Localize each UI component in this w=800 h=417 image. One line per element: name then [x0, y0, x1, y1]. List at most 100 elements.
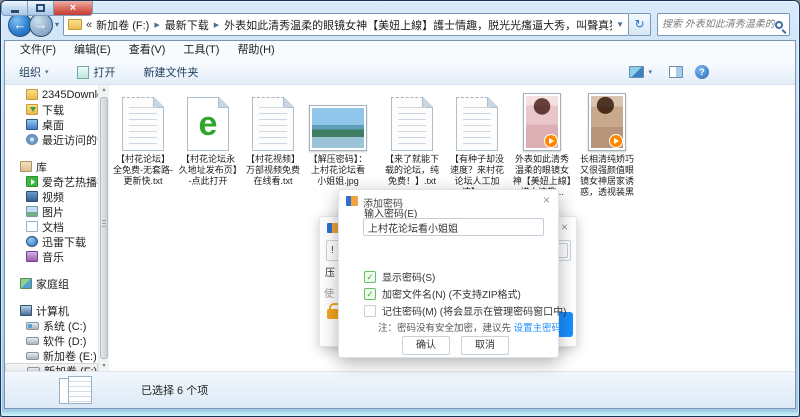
video-thumbnail [523, 93, 561, 151]
sidebar-item-libraries[interactable]: 库 [5, 159, 98, 174]
search-icon[interactable] [775, 21, 783, 29]
scrollbar-thumb[interactable] [100, 97, 108, 359]
close-button[interactable]: × [54, 1, 93, 16]
file-item[interactable]: 【来了就能下载的论坛，纯免费！】.txt [381, 89, 443, 187]
menu-view[interactable]: 查看(V) [120, 41, 175, 60]
sidebar-item-recent-places[interactable]: 最近访问的位置 [5, 132, 98, 147]
sidebar-item-thunder-downloads[interactable]: 迅雷下载 [5, 234, 98, 249]
refresh-button[interactable]: ↻ [629, 13, 651, 36]
encrypt-filenames-checkbox[interactable]: ✓ 加密文件名(N) (不支持ZIP格式) [364, 286, 521, 301]
breadcrumb-segment-folder[interactable]: 外表如此清秀温柔的眼镜女神【美妞上線】護士情趣，脱光光瘙逼大秀，叫聲真狗騷的！ [224, 17, 612, 33]
file-item[interactable]: 【村花视频】万部视频免费在线看.txt [242, 89, 304, 187]
explorer-window: × ← → ▾ « 新加卷 (F:) ▶ 最新下载 ▶ 外表如此清秀温柔的眼镜女… [0, 0, 800, 417]
remember-password-checkbox[interactable]: 记住密码(M) (将会显示在管理密码窗口中) [364, 303, 566, 318]
sidebar-item-desktop[interactable]: 桌面 [5, 117, 98, 132]
new-folder-button[interactable]: 新建文件夹 [139, 62, 204, 82]
downloads-icon [26, 104, 38, 115]
note-text: 注：密码没有安全加密，建议先 [378, 323, 514, 334]
help-icon: ? [699, 67, 705, 77]
password-input[interactable] [363, 218, 544, 236]
file-name: 【村花视频】万部视频免费在线看.txt [242, 154, 304, 187]
sidebar-item-iqiyi-videos[interactable]: 爱奇艺热播视频 [5, 174, 98, 189]
show-password-checkbox[interactable]: ✓ 显示密码(S) [364, 269, 435, 284]
views-icon [629, 66, 644, 78]
sidebar-item-drive-f[interactable]: 新加卷 (F:) [5, 363, 98, 371]
menu-tools[interactable]: 工具(T) [174, 41, 228, 60]
music-icon [26, 251, 38, 262]
sidebar-item-label: 迅雷下载 [42, 234, 86, 249]
file-item[interactable]: 【有种子却没速度？来村花论坛人工加速】.txt [446, 89, 508, 198]
sidebar-item-homegroup[interactable]: 家庭组 [5, 276, 98, 291]
scroll-up-icon[interactable]: ▴ [99, 85, 109, 95]
crumb-separator-icon[interactable]: ▶ [154, 21, 159, 29]
address-bar[interactable]: « 新加卷 (F:) ▶ 最新下载 ▶ 外表如此清秀温柔的眼镜女神【美妞上線】護… [63, 13, 629, 36]
help-button[interactable]: ? [695, 65, 709, 79]
menu-edit[interactable]: 编辑(E) [65, 41, 120, 60]
sidebar-gap [5, 264, 98, 276]
set-master-password-link[interactable]: 设置主密码 [514, 323, 562, 334]
menu-help[interactable]: 帮助(H) [228, 41, 283, 60]
sidebar-scrollbar[interactable]: ▴ ▾ [98, 85, 109, 371]
breadcrumb: « 新加卷 (F:) ▶ 最新下载 ▶ 外表如此清秀温柔的眼镜女神【美妞上線】護… [86, 17, 612, 33]
file-name: 【解压密码】：上村花论坛看小姐姐.jpg [307, 154, 369, 187]
organize-label: 组织 [19, 64, 41, 80]
checkbox-label: 加密文件名(N) (不支持ZIP格式) [382, 286, 521, 301]
close-icon[interactable]: × [561, 220, 568, 234]
preview-pane-button[interactable] [669, 66, 683, 78]
chevron-down-icon: ▾ [648, 68, 652, 76]
search-box [657, 13, 790, 36]
file-item[interactable]: 外表如此清秀温柔的眼镜女神【美妞上線】護士情趣... [511, 89, 573, 198]
window-bottom-edge [2, 411, 798, 416]
sidebar-item-computer[interactable]: 计算机 [5, 303, 98, 318]
sidebar-item-label: 爱奇艺热播视频 [42, 174, 98, 189]
sidebar-item-label: 桌面 [42, 117, 64, 132]
file-item[interactable]: e 【村花论坛永久地址发布页】-点此打开 [177, 89, 239, 187]
breadcrumb-segment-downloads[interactable]: 最新下载 [165, 17, 209, 33]
file-item[interactable]: 【解压密码】：上村花论坛看小姐姐.jpg [307, 89, 369, 187]
sidebar-item-2345downloads[interactable]: 2345Downloads [5, 87, 98, 102]
close-icon[interactable]: × [543, 193, 550, 207]
sidebar-item-pictures[interactable]: 图片 [5, 204, 98, 219]
sidebar-item-drive-d[interactable]: 软件 (D:) [5, 333, 98, 348]
breadcrumb-segment-drive[interactable]: 新加卷 (F:) [96, 17, 149, 33]
file-name: 长相清纯娇巧又很强颜值眼镜女神居家诱惑，透视装黑网袜各种... [576, 154, 638, 198]
confirm-button[interactable]: 确认 [402, 336, 450, 355]
sidebar-item-drive-e[interactable]: 新加卷 (E:) [5, 348, 98, 363]
txt-file-icon [391, 97, 433, 151]
sidebar-item-documents[interactable]: 文档 [5, 219, 98, 234]
file-item[interactable]: 长相清纯娇巧又很强颜值眼镜女神居家诱惑，透视装黑网袜各种... [576, 89, 638, 198]
cancel-button[interactable]: 取消 [461, 336, 509, 355]
sidebar-item-label: 音乐 [42, 249, 64, 264]
checkbox-unchecked-icon [364, 305, 376, 317]
file-item[interactable]: 【村花论坛】全免费-无套路-更新快.txt [112, 89, 174, 187]
history-dropdown-icon[interactable]: ▾ [55, 20, 59, 29]
views-button[interactable]: ▾ [624, 64, 657, 80]
menu-file[interactable]: 文件(F) [11, 41, 65, 60]
organize-button[interactable]: 组织 ▾ [14, 62, 54, 82]
open-button[interactable]: 打开 [72, 62, 121, 82]
crumb-separator-icon[interactable]: ▶ [214, 21, 219, 29]
forward-button[interactable]: → [29, 13, 53, 37]
sidebar-item-videos[interactable]: 视频 [5, 189, 98, 204]
menu-bar: 文件(F) 编辑(E) 查看(V) 工具(T) 帮助(H) [5, 41, 795, 60]
desktop-icon [26, 119, 38, 130]
address-dropdown-icon[interactable]: ▼ [616, 20, 624, 29]
breadcrumb-overflow-icon[interactable]: « [86, 19, 92, 31]
sidebar-item-music[interactable]: 音乐 [5, 249, 98, 264]
toolbar-right-group: ▾ ? [624, 64, 709, 80]
play-icon [544, 134, 558, 148]
sidebar-item-label: 图片 [42, 204, 64, 219]
minimize-button[interactable] [1, 1, 28, 16]
sidebar-item-label: 下载 [42, 102, 64, 117]
chevron-down-icon: ▾ [45, 68, 49, 76]
iqiyi-icon [26, 176, 38, 187]
scroll-down-icon[interactable]: ▾ [99, 361, 109, 371]
new-folder-label: 新建文件夹 [144, 64, 199, 80]
search-input[interactable] [662, 19, 775, 30]
maximize-button[interactable] [28, 1, 54, 16]
sidebar-item-downloads[interactable]: 下载 [5, 102, 98, 117]
security-note: 注：密码没有安全加密，建议先 设置主密码 [378, 320, 561, 334]
checkbox-checked-icon: ✓ [364, 288, 376, 300]
sidebar-item-drive-c[interactable]: 系统 (C:) [5, 318, 98, 333]
compress-label-fragment: 压 [325, 264, 335, 279]
